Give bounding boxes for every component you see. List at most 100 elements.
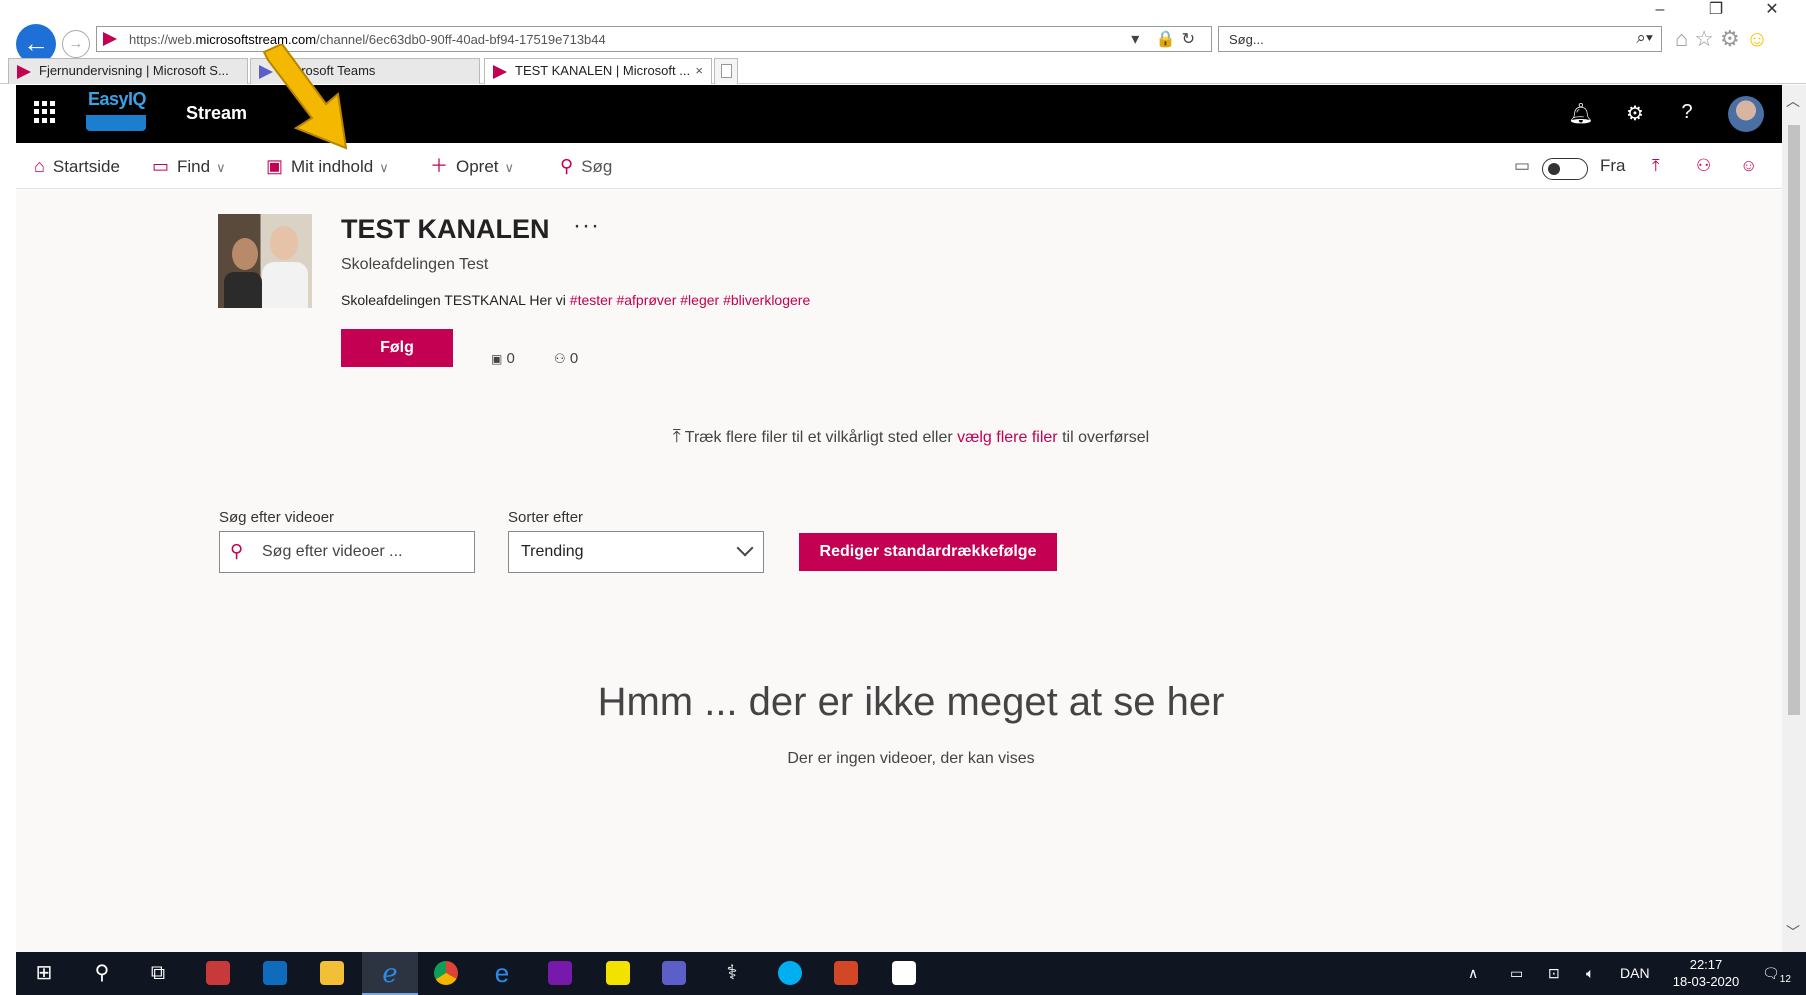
- close-window-button[interactable]: ✕: [1752, 0, 1792, 20]
- minimize-button[interactable]: –: [1640, 0, 1680, 20]
- user-avatar[interactable]: [1728, 96, 1764, 132]
- onenote-app-icon[interactable]: [548, 961, 572, 985]
- sort-value: Trending: [521, 543, 584, 560]
- paint-app-icon[interactable]: [206, 961, 230, 985]
- hashtags[interactable]: #tester #afprøver #leger #bliverklogere: [570, 292, 810, 308]
- scrollbar-thumb[interactable]: [1788, 125, 1800, 715]
- internet-explorer-icon[interactable]: ℯ: [374, 958, 406, 988]
- stream-favicon-icon: [493, 65, 507, 79]
- tab-test-kanalen[interactable]: TEST KANALEN | Microsoft ... ×: [484, 58, 712, 84]
- network-icon[interactable]: ⊡: [1548, 952, 1560, 995]
- stream-favicon-icon: [103, 32, 117, 46]
- settings-gear-icon[interactable]: ⚙: [1620, 101, 1650, 126]
- more-options-icon[interactable]: ···: [573, 212, 600, 240]
- scroll-down-icon[interactable]: ﹀: [1786, 922, 1800, 942]
- page-scrollbar[interactable]: ︿ ﹀: [1782, 85, 1806, 952]
- tab-fjernundervisning[interactable]: Fjernundervisning | Microsoft S...: [8, 58, 248, 84]
- smiley-feedback-icon[interactable]: ☺: [1746, 26, 1774, 51]
- app-icon[interactable]: ⚕: [716, 958, 748, 988]
- nav-search[interactable]: ⚲ Søg: [560, 143, 612, 189]
- forward-button[interactable]: →: [62, 30, 90, 58]
- search-icon: ⚲: [230, 541, 244, 561]
- settings-gear-icon[interactable]: ⚙: [1720, 26, 1746, 51]
- screen-icon: ▭: [1514, 156, 1531, 175]
- outlook-app-icon[interactable]: [263, 961, 287, 985]
- empty-state-title: Hmm ... der er ikke meget at se her: [597, 680, 1225, 724]
- easyiq-logo[interactable]: EasyIQ: [86, 89, 147, 137]
- chevron-down-icon: [736, 539, 754, 557]
- browser-search-placeholder: Søg...: [1229, 32, 1264, 47]
- feedback-smiley-icon[interactable]: ☺: [1740, 143, 1757, 189]
- choose-files-link[interactable]: vælg flere filer: [957, 429, 1057, 446]
- chevron-down-icon: ∨: [379, 160, 389, 175]
- upload-hint: ⤒ Træk flere filer til et vilkårligt sted…: [672, 426, 1150, 446]
- clock[interactable]: 22:17 18-03-2020: [1666, 956, 1746, 990]
- nav-create[interactable]: ＋ Opret ∨: [430, 143, 514, 189]
- lock-icon: 🔒: [1155, 31, 1182, 48]
- powerpoint-app-icon[interactable]: [834, 961, 858, 985]
- volume-icon[interactable]: 🔈︎: [1586, 952, 1594, 995]
- restore-button[interactable]: ❐: [1696, 0, 1736, 20]
- video-icon: ▣: [491, 352, 503, 366]
- add-person-icon[interactable]: ⚇: [1696, 143, 1711, 189]
- file-explorer-icon[interactable]: [320, 961, 344, 985]
- toggle-label: Fra: [1600, 156, 1626, 175]
- sort-label: Sorter efter: [508, 509, 584, 526]
- search-icon[interactable]: ⚲: [86, 958, 118, 988]
- chevron-down-icon: ∨: [216, 160, 226, 175]
- sticky-notes-icon[interactable]: [606, 961, 630, 985]
- tab-label: TEST KANALEN | Microsoft ...: [515, 63, 691, 78]
- browser-search-box[interactable]: Søg... ⌕▾: [1218, 26, 1662, 52]
- upload-icon[interactable]: ⤒: [1652, 143, 1660, 189]
- toggle-switch[interactable]: [1542, 158, 1588, 180]
- channel-thumbnail: [218, 214, 312, 308]
- close-tab-icon[interactable]: ×: [695, 59, 703, 83]
- show-hidden-icons-icon[interactable]: ∧: [1468, 952, 1478, 995]
- teams-app-icon[interactable]: [662, 961, 686, 985]
- follow-button[interactable]: Følg: [341, 329, 453, 367]
- sort-dropdown[interactable]: Trending: [508, 531, 764, 573]
- logo-text: EasyIQ: [88, 89, 147, 109]
- stream-favicon-icon: [17, 65, 31, 79]
- windows-taskbar: ⊞ ⚲ ⧉ ℯ e ⚕ ∧ ▭ ⊡ 🔈︎ DAN 22:17 18-03-202…: [16, 952, 1806, 995]
- chrome-app-icon[interactable]: [434, 961, 458, 985]
- edge-app-icon[interactable]: e: [486, 958, 518, 988]
- notification-bell-icon[interactable]: 🔔︎: [1566, 101, 1596, 126]
- home-icon[interactable]: ⌂: [1675, 26, 1694, 51]
- new-tab-icon: [721, 64, 732, 78]
- clock-time: 22:17: [1689, 957, 1723, 972]
- new-tab-button[interactable]: [714, 58, 738, 84]
- search-videos-input[interactable]: ⚲ Søg efter videoer ...: [219, 531, 475, 573]
- task-view-icon[interactable]: ⧉: [142, 958, 174, 988]
- plus-icon: ＋: [430, 156, 448, 176]
- video-count: ▣ 0: [491, 350, 515, 367]
- help-icon[interactable]: ?: [1672, 101, 1702, 124]
- chevron-down-icon: ∨: [504, 160, 515, 175]
- nav-home[interactable]: ⌂ Startside: [34, 143, 120, 189]
- home-icon: ⌂: [34, 156, 45, 176]
- photos-app-icon[interactable]: [892, 961, 916, 985]
- app-launcher-icon[interactable]: [34, 101, 56, 123]
- upload-arrow-icon: ⤒: [672, 426, 681, 446]
- windows-start-icon[interactable]: ⊞: [28, 958, 60, 988]
- search-icon: ⚲: [560, 156, 574, 176]
- battery-icon[interactable]: ▭: [1510, 952, 1523, 995]
- nav-find[interactable]: ▭ Find ∨: [152, 143, 226, 189]
- channel-description: Skoleafdelingen TESTKANAL Her vi #tester…: [341, 292, 811, 308]
- channel-title: TEST KANALEN: [341, 214, 550, 244]
- favorites-star-icon[interactable]: ☆: [1694, 26, 1720, 51]
- address-tools[interactable]: ▾ 🔒↻: [1131, 29, 1201, 49]
- window-titlebar: – ❐ ✕: [0, 0, 1806, 22]
- search-videos-placeholder: Søg efter videoer ...: [262, 543, 403, 560]
- refresh-icon[interactable]: ↻: [1182, 31, 1201, 48]
- browser-toolbar-icons: ⌂☆⚙☺: [1675, 26, 1774, 52]
- scroll-up-icon[interactable]: ︿: [1786, 91, 1800, 111]
- language-indicator[interactable]: DAN: [1620, 952, 1650, 995]
- skype-app-icon[interactable]: [778, 961, 802, 985]
- tab-label: Fjernundervisning | Microsoft S...: [39, 63, 229, 78]
- action-center-icon[interactable]: 🗨︎12: [1762, 952, 1791, 995]
- app-name[interactable]: Stream: [186, 103, 247, 124]
- follower-count: ⚇ 0: [554, 350, 579, 367]
- edit-default-order-button[interactable]: Rediger standardrækkefølge: [799, 533, 1057, 571]
- search-icon[interactable]: ⌕▾: [1636, 28, 1653, 48]
